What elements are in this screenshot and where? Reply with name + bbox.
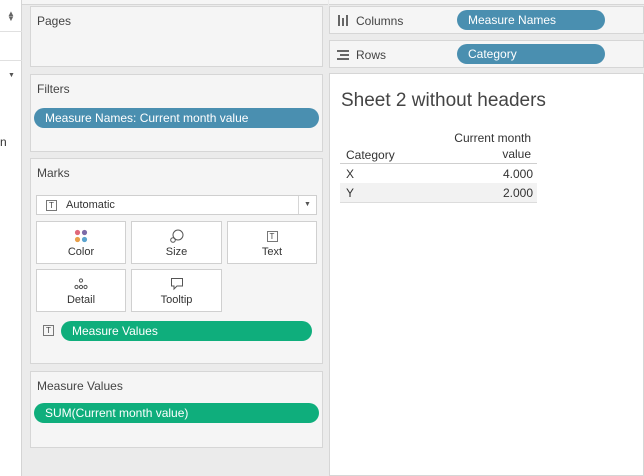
sum-current-month-pill[interactable]: SUM(Current month value) (34, 403, 319, 423)
sheet-title: Sheet 2 without headers (341, 90, 546, 111)
measure-header-line1: Current month (454, 131, 531, 145)
color-label: Color (67, 246, 95, 258)
size-icon (132, 229, 221, 243)
value-cell: 2.000 (502, 186, 533, 200)
toolbar-edge (329, 0, 644, 5)
columns-shelf[interactable]: Columns Measure Names (329, 6, 644, 34)
table-bottom-border (340, 202, 537, 203)
text-icon: T (228, 229, 316, 243)
table-row[interactable]: Y 2.000 (340, 183, 537, 202)
chevron-down-icon[interactable]: ▼ (298, 196, 316, 214)
rows-label: Rows (356, 48, 387, 62)
marks-title: Marks (37, 166, 70, 180)
columns-pill-measure-names[interactable]: Measure Names (457, 10, 605, 30)
columns-label: Columns (356, 14, 404, 28)
toolbar-edge (22, 0, 328, 5)
filters-shelf[interactable]: Filters Measure Names: Current month val… (30, 74, 323, 152)
row-header-category: Category (346, 148, 395, 162)
rows-shelf[interactable]: Rows Category (329, 40, 644, 68)
mark-type-dropdown[interactable]: T Automatic ▼ (36, 195, 317, 215)
color-button[interactable]: Color (36, 221, 126, 264)
dropdown-arrow-icon[interactable]: ▼ (8, 72, 15, 79)
measure-values-pill[interactable]: Measure Values (61, 321, 312, 341)
text-mark-icon: T (46, 200, 57, 211)
rows-pill-category[interactable]: Category (457, 44, 605, 64)
text-encoding-icon[interactable]: T (43, 325, 54, 336)
tooltip-button[interactable]: Tooltip (131, 269, 222, 312)
divider (0, 31, 22, 32)
size-label: Size (165, 246, 188, 258)
detail-button[interactable]: Detail (36, 269, 126, 312)
truncated-field-text: n (0, 135, 7, 149)
sheet-view[interactable]: Sheet 2 without headers Category Current… (329, 73, 644, 476)
filters-title: Filters (37, 82, 70, 96)
value-cell: 4.000 (502, 167, 533, 181)
rows-icon (337, 49, 349, 60)
marks-card: Marks T Automatic ▼ Color Size T Text De… (30, 158, 323, 364)
size-button[interactable]: Size (131, 221, 222, 264)
text-button[interactable]: T Text (227, 221, 317, 264)
text-label: Text (261, 246, 283, 258)
color-dots-icon (37, 229, 125, 243)
detail-label: Detail (66, 294, 96, 306)
filter-pill-measure-names[interactable]: Measure Names: Current month value (34, 108, 319, 128)
detail-icon (37, 277, 125, 291)
columns-icon (337, 15, 349, 26)
tooltip-label: Tooltip (160, 294, 193, 306)
category-cell: X (346, 167, 355, 181)
pages-title: Pages (37, 14, 72, 28)
divider (0, 60, 22, 61)
measure-values-shelf[interactable]: Measure Values SUM(Current month value) (30, 371, 323, 448)
category-cell: Y (346, 186, 355, 200)
measure-header-line2: value (502, 147, 531, 161)
tooltip-icon (132, 277, 221, 291)
sort-arrows-icon[interactable]: ▲ ▼ (7, 10, 15, 23)
mark-type-value: Automatic (66, 199, 115, 211)
measure-values-title: Measure Values (37, 379, 123, 393)
data-pane-edge: ▲ ▼ ▼ n (0, 0, 22, 476)
pages-shelf[interactable]: Pages (30, 6, 323, 67)
table-row[interactable]: X 4.000 (340, 164, 537, 183)
